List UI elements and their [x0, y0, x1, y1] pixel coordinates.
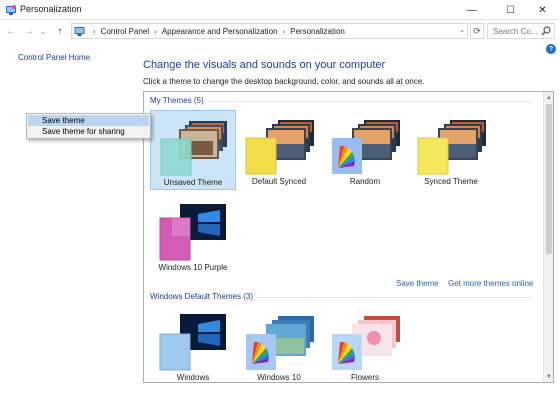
minimize-button[interactable]: — — [454, 0, 489, 20]
control-panel-icon — [74, 26, 85, 36]
stacked-photos-thumbnail-icon — [245, 120, 314, 175]
theme-windows-10[interactable]: Windows 10 — [236, 306, 322, 382]
theme-name: Default Synced — [251, 177, 307, 186]
navigation-bar: ← → ⌄ ↑ › Control Panel › Appearance and… — [0, 20, 560, 42]
title-bar: Personalization — ☐ ✕ — [0, 0, 560, 20]
themes-scrollbar[interactable]: ▲ ▼ — [543, 92, 553, 382]
breadcrumb-separator: › — [93, 26, 96, 36]
up-button[interactable]: ↑ — [53, 24, 67, 38]
breadcrumb-control-panel[interactable]: Control Panel — [101, 27, 149, 36]
breadcrumb-appearance-and-personalization[interactable]: Appearance and Personalization — [162, 27, 278, 36]
breadcrumb: › Control Panel › Appearance and Persona… — [72, 24, 345, 38]
stacked-photos-thumbnail-icon — [160, 121, 227, 176]
theme-name: Random — [349, 177, 381, 186]
scroll-thumb[interactable] — [546, 104, 552, 254]
theme-name: Synced Theme — [424, 177, 478, 186]
minimize-icon: — — [466, 4, 477, 16]
personalization-app-icon — [6, 5, 16, 15]
theme-default-synced[interactable]: Default Synced — [236, 110, 322, 190]
theme-name: Unsaved Theme — [163, 178, 223, 187]
windows-desktop-thumbnail-icon — [159, 204, 226, 261]
up-arrow-icon: ↑ — [57, 25, 63, 37]
context-menu: Save theme Save theme for sharing — [26, 113, 151, 139]
chevron-down-icon: ⌄ — [39, 26, 47, 36]
theme-name: Windows 10 Purple — [158, 263, 228, 272]
refresh-icon: ⟳ — [473, 25, 481, 36]
menu-item-save-theme[interactable]: Save theme — [28, 115, 149, 126]
help-icon[interactable]: ? — [546, 44, 556, 54]
back-button[interactable]: ← — [4, 24, 18, 38]
stacked-photos-thumbnail-icon — [417, 120, 486, 175]
breadcrumb-separator: › — [154, 26, 157, 36]
window-title: Personalization — [20, 4, 82, 14]
themes-list: My Themes (5) Unsaved Theme Default Sync… — [143, 91, 554, 383]
scroll-up-icon[interactable]: ▲ — [545, 93, 553, 102]
breadcrumb-separator: › — [282, 26, 286, 36]
recent-locations-button[interactable]: ⌄ — [38, 24, 48, 38]
back-arrow-icon: ← — [6, 25, 16, 37]
address-dropdown-icon[interactable]: ⌄ — [459, 26, 465, 34]
windows-desktop-thumbnail-icon — [159, 314, 226, 371]
divider — [208, 101, 532, 102]
menu-item-save-theme-for-sharing[interactable]: Save theme for sharing — [28, 126, 149, 137]
color-wheel-thumbnail-icon — [332, 316, 400, 370]
group-header-my-themes: My Themes (5) — [150, 96, 204, 105]
theme-flowers[interactable]: Flowers — [322, 306, 408, 382]
divider — [256, 297, 532, 298]
control-panel-home-link[interactable]: Control Panel Home — [18, 53, 90, 62]
search-icon — [541, 26, 551, 36]
color-wheel-thumbnail-icon — [332, 120, 400, 174]
theme-random[interactable]: Random — [322, 110, 408, 190]
theme-name: Flowers — [350, 373, 379, 382]
group-header-windows-default-themes: Windows Default Themes (3) — [150, 292, 253, 301]
forward-arrow-icon: → — [24, 25, 34, 37]
get-more-themes-online-link[interactable]: Get more themes online — [448, 279, 533, 288]
search-input[interactable]: Search Co... — [487, 23, 555, 39]
search-placeholder: Search Co... — [493, 27, 538, 36]
theme-name: Windows 10 — [257, 373, 301, 382]
close-button[interactable]: ✕ — [525, 0, 560, 20]
maximize-icon: ☐ — [506, 4, 515, 16]
theme-windows[interactable]: Windows — [150, 306, 236, 382]
theme-windows-10-purple[interactable]: Windows 10 Purple — [150, 196, 236, 276]
theme-unsaved-theme[interactable]: Unsaved Theme — [150, 110, 236, 190]
forward-button[interactable]: → — [22, 24, 36, 38]
address-field[interactable]: › Control Panel › Appearance and Persona… — [71, 23, 468, 39]
save-theme-link[interactable]: Save theme — [396, 279, 439, 288]
close-icon: ✕ — [538, 4, 547, 16]
scroll-down-icon[interactable]: ▼ — [545, 372, 553, 381]
page-description: Click a theme to change the desktop back… — [143, 77, 425, 86]
color-wheel-thumbnail-icon — [246, 316, 314, 370]
breadcrumb-personalization[interactable]: Personalization — [290, 27, 345, 36]
page-title: Change the visuals and sounds on your co… — [143, 59, 386, 71]
theme-name: Windows — [176, 373, 210, 382]
maximize-button[interactable]: ☐ — [493, 0, 528, 20]
theme-synced-theme[interactable]: Synced Theme — [408, 110, 494, 190]
refresh-button[interactable]: ⟳ — [470, 23, 484, 39]
